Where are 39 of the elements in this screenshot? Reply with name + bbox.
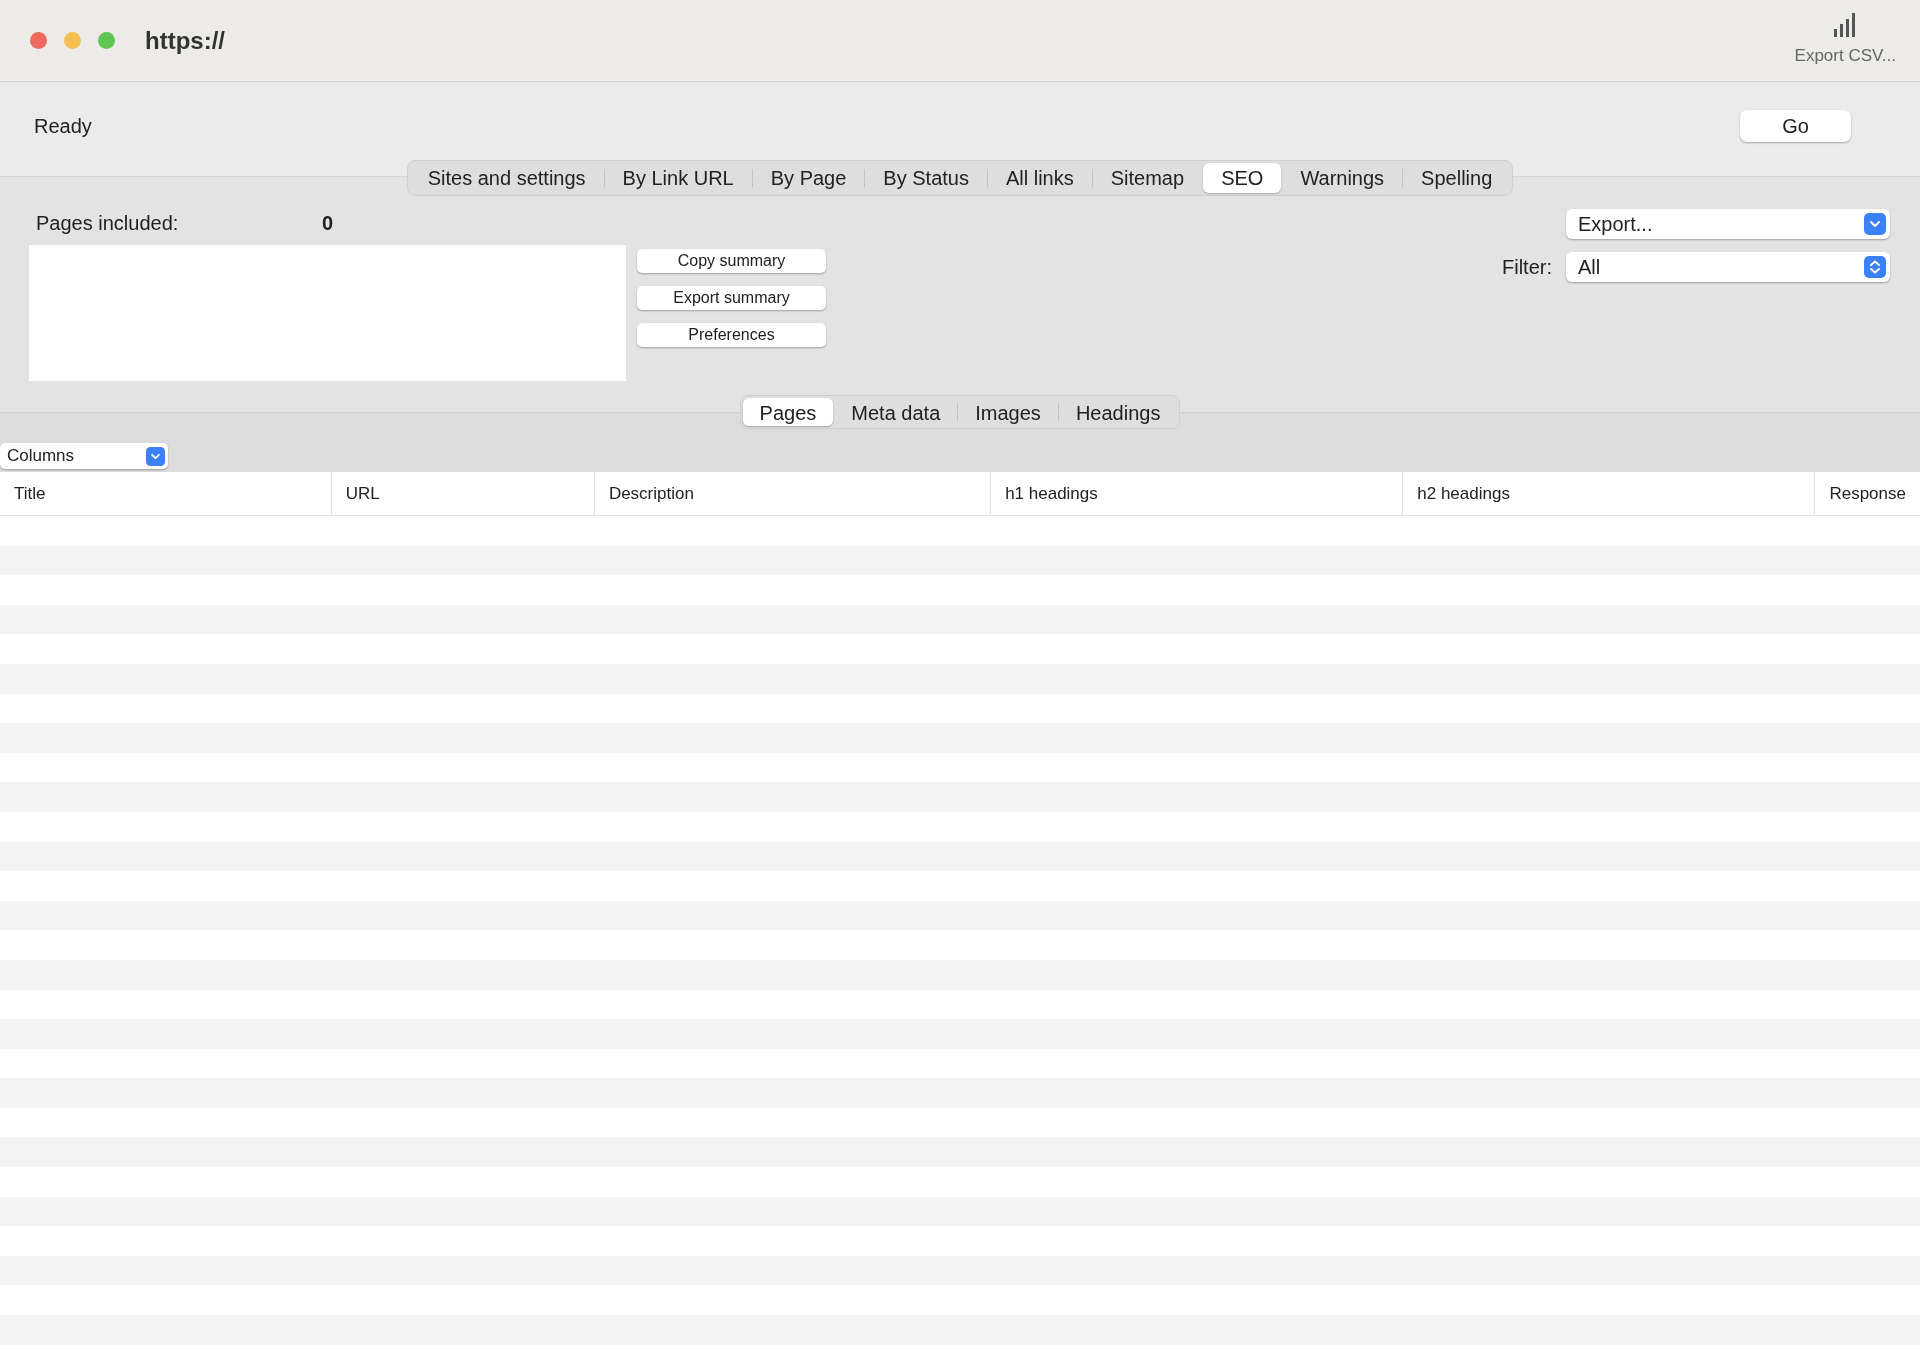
zoom-window-button[interactable] <box>98 32 115 49</box>
column-header[interactable]: h1 headings <box>991 480 1112 507</box>
summary-text-area[interactable] <box>29 245 626 381</box>
tab[interactable]: By Page <box>752 163 865 193</box>
summary-button[interactable]: Export summary <box>637 286 826 310</box>
tab[interactable]: By Status <box>865 163 987 193</box>
column-header[interactable]: Response <box>1815 480 1920 507</box>
tab[interactable]: All links <box>987 163 1092 193</box>
tab[interactable]: Warnings <box>1282 163 1403 193</box>
summary-button[interactable]: Copy summary <box>637 249 826 273</box>
columns-select[interactable]: Columns <box>0 443 168 469</box>
go-button[interactable]: Go <box>1740 110 1851 142</box>
tab[interactable]: SEO <box>1203 163 1282 193</box>
filter-select[interactable]: All <box>1566 252 1890 282</box>
tab[interactable]: Headings <box>1058 398 1178 426</box>
minimize-window-button[interactable] <box>64 32 81 49</box>
summary-button[interactable]: Preferences <box>637 323 826 347</box>
tab[interactable]: Spelling <box>1403 163 1511 193</box>
export-select[interactable]: Export... <box>1566 209 1890 239</box>
column-header[interactable]: Title <box>0 480 60 507</box>
column-header[interactable]: Description <box>594 480 708 507</box>
pages-included-count: 0 <box>322 211 334 236</box>
toolbar-button-label[interactable]: Export CSV... <box>1794 43 1896 69</box>
tab[interactable]: By Link URL <box>604 163 752 193</box>
close-window-button[interactable] <box>30 32 47 49</box>
status-text: Ready <box>34 114 92 139</box>
pages-included-label: Pages included: <box>36 211 180 236</box>
column-header[interactable]: URL <box>331 480 394 507</box>
tab[interactable]: Meta data <box>834 398 958 426</box>
filter-label: Filter: <box>1502 255 1552 280</box>
chevron-down-icon <box>146 446 165 466</box>
column-header[interactable]: h2 headings <box>1403 480 1524 507</box>
tab[interactable]: Pages <box>742 398 834 426</box>
window-title: https:// <box>145 25 225 56</box>
stepper-icon <box>1864 256 1886 278</box>
tab[interactable]: Sites and settings <box>409 163 604 193</box>
tab[interactable]: Images <box>958 398 1058 426</box>
tab[interactable]: Sitemap <box>1092 163 1203 193</box>
chevron-down-icon <box>1864 213 1886 235</box>
